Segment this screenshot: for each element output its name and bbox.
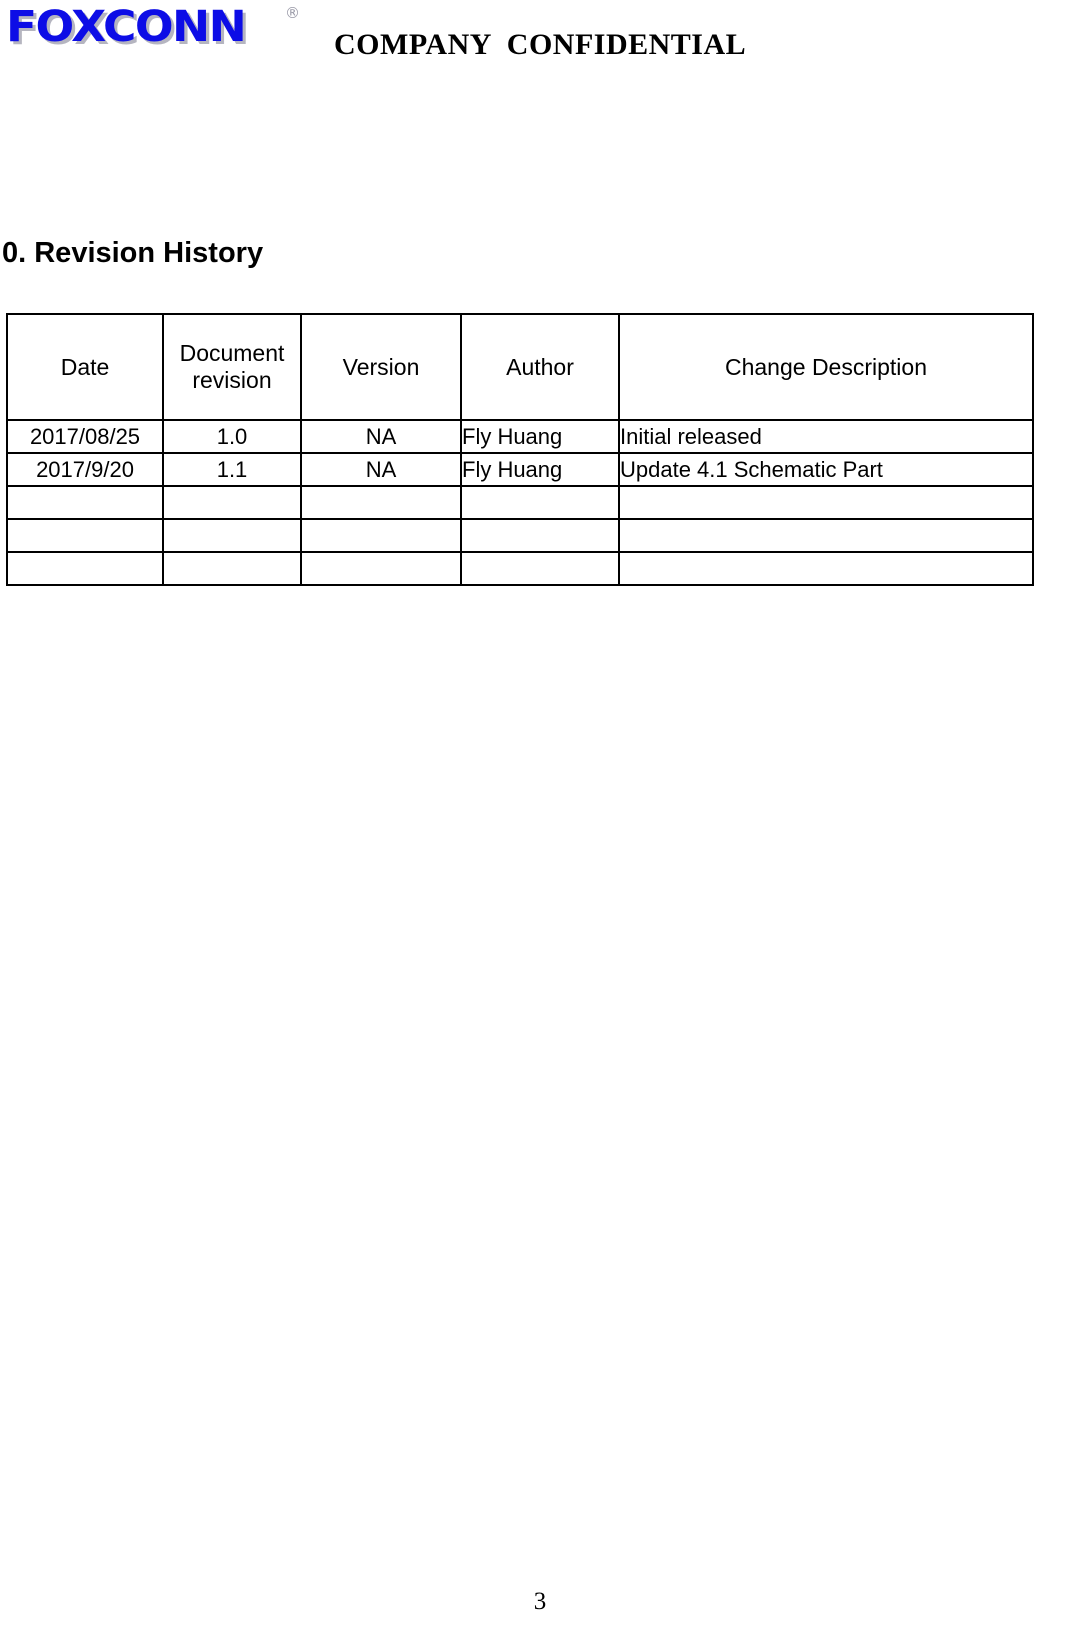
cell-version: NA xyxy=(300,419,462,454)
cell-document-revision xyxy=(162,518,302,553)
cell-change-description xyxy=(618,518,1034,553)
table-header-row: Date Document revision Version Author Ch… xyxy=(6,313,1034,421)
cell-document-revision: 1.1 xyxy=(162,452,302,487)
cell-date: 2017/08/25 xyxy=(6,419,164,454)
revision-history-table: Date Document revision Version Author Ch… xyxy=(6,313,1034,586)
table-row: 2017/08/25 1.0 NA Fly Huang Initial rele… xyxy=(6,419,1034,454)
table-header: Date Document revision Version Author Ch… xyxy=(6,313,1034,421)
column-header-document-revision: Document revision xyxy=(162,313,302,421)
table-row xyxy=(6,485,1034,520)
page-title: 0. Revision History xyxy=(2,237,264,269)
cell-date xyxy=(6,485,164,520)
cell-author: Fly Huang xyxy=(460,419,620,454)
cell-document-revision xyxy=(162,551,302,586)
cell-author: Fly Huang xyxy=(460,452,620,487)
cell-author xyxy=(460,518,620,553)
table-row xyxy=(6,551,1034,586)
cell-author xyxy=(460,485,620,520)
cell-change-description: Update 4.1 Schematic Part xyxy=(618,452,1034,487)
column-header-version: Version xyxy=(300,313,462,421)
cell-author xyxy=(460,551,620,586)
foxconn-logo-text: FOXCONN xyxy=(6,2,247,52)
cell-version: NA xyxy=(300,452,462,487)
cell-date xyxy=(6,551,164,586)
cell-change-description xyxy=(618,485,1034,520)
cell-document-revision: 1.0 xyxy=(162,419,302,454)
cell-document-revision xyxy=(162,485,302,520)
cell-version xyxy=(300,485,462,520)
registered-trademark-icon: ® xyxy=(285,4,300,22)
cell-change-description: Initial released xyxy=(618,419,1034,454)
column-header-document-revision-line2: revision xyxy=(192,367,272,393)
page-number: 3 xyxy=(533,1588,547,1615)
cell-date: 2017/9/20 xyxy=(6,452,164,487)
table-row xyxy=(6,518,1034,553)
table-row: 2017/9/20 1.1 NA Fly Huang Update 4.1 Sc… xyxy=(6,452,1034,487)
column-header-document-revision-line1: Document xyxy=(179,340,285,366)
confidentiality-notice: COMPANY CONFIDENTIAL xyxy=(334,28,747,61)
table-body: 2017/08/25 1.0 NA Fly Huang Initial rele… xyxy=(6,419,1034,586)
cell-version xyxy=(300,551,462,586)
page-header: FOXCONN ® COMPANY CONFIDENTIAL xyxy=(0,0,1080,100)
cell-change-description xyxy=(618,551,1034,586)
column-header-change-description: Change Description xyxy=(618,313,1034,421)
cell-date xyxy=(6,518,164,553)
cell-version xyxy=(300,518,462,553)
foxconn-logo: FOXCONN ® xyxy=(6,4,306,52)
column-header-author: Author xyxy=(460,313,620,421)
column-header-date: Date xyxy=(6,313,164,421)
